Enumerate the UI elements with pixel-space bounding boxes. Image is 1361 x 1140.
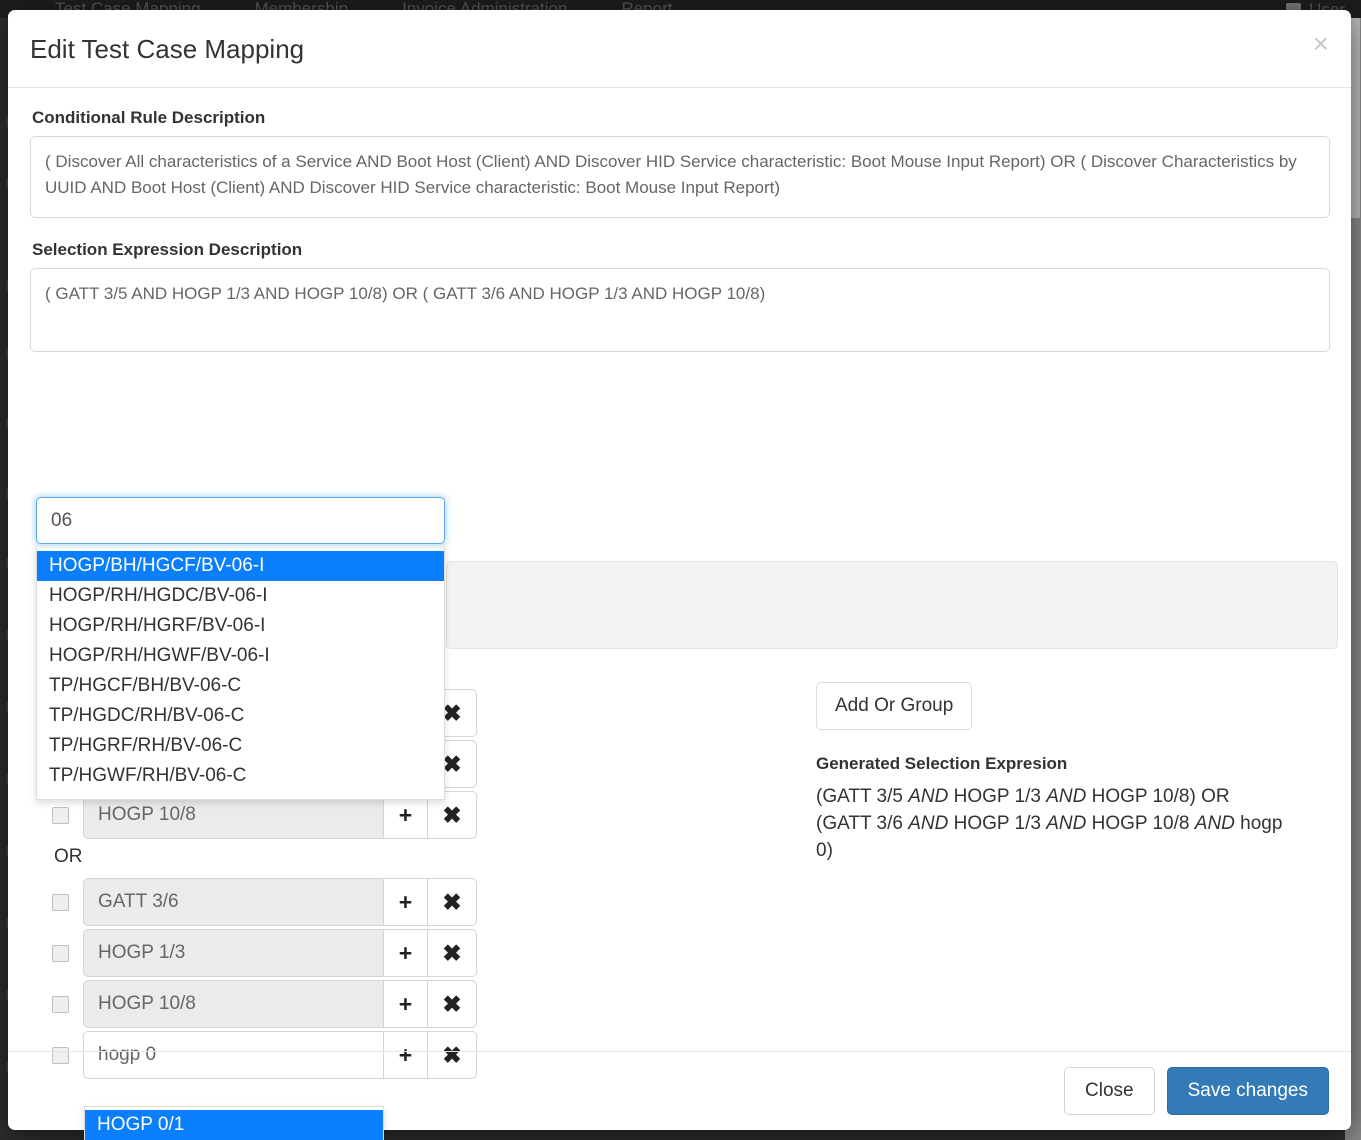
selection-expression-description-label: Selection Expression Description [32,240,303,259]
save-changes-button[interactable]: Save changes [1166,1066,1329,1116]
expression-token: HOGP 10/8 [1086,812,1195,834]
row-checkbox[interactable] [52,893,69,911]
suggestion-item[interactable]: TP/HGDC/RH/BV-06-C [37,701,444,731]
row-checkbox[interactable] [52,806,69,824]
condition-suggestions-list: HOGP 0/1 [84,1106,384,1140]
operator-token: AND [1046,812,1087,834]
dialog-body: Conditional Rule Description Selection E… [8,88,1351,1140]
conditional-rule-description-input[interactable] [30,136,1330,218]
operator-token: AND [908,812,949,834]
operator-token: AND [1046,786,1087,807]
generated-selection-expression-label: Generated Selection Expresion [816,754,1068,773]
close-icon[interactable]: × [1313,30,1329,58]
expression-token: (GATT 3/5 [816,786,909,807]
condition-value[interactable]: HOGP 1/3 [83,929,383,977]
testcase-search-typeahead: HOGP/BH/HGCF/BV-06-I HOGP/RH/HGDC/BV-06-… [36,497,445,800]
add-condition-button[interactable]: + [383,980,427,1028]
suggestion-item[interactable]: HOGP/RH/HGRF/BV-06-I [37,611,444,641]
add-or-group-button[interactable]: Add Or Group [816,682,973,730]
suggestion-item[interactable]: TP/HGRF/RH/BV-06-C [37,731,444,761]
condition-row: HOGP 10/8 + ✖ [52,979,522,1029]
selection-expression-description-input[interactable] [30,268,1330,352]
expression-token: HOGP 1/3 [948,786,1047,807]
row-checkbox[interactable] [52,944,69,962]
operator-token: AND [1194,812,1235,834]
add-condition-button[interactable]: + [383,929,427,977]
edit-test-case-mapping-dialog: Edit Test Case Mapping × Conditional Rul… [8,10,1351,1140]
add-condition-button[interactable]: + [383,878,427,926]
remove-condition-button[interactable]: ✖ [427,980,477,1028]
condition-value[interactable]: GATT 3/6 [83,878,383,926]
remove-condition-button[interactable]: ✖ [427,929,477,977]
condition-row: GATT 3/6 + ✖ [52,877,522,927]
row-checkbox[interactable] [52,995,69,1013]
suggestion-item[interactable]: TP/HGCF/BH/BV-06-C [37,671,444,701]
search-input[interactable] [36,497,445,544]
close-button[interactable]: Close [1064,1066,1155,1116]
operator-token: AND [908,786,949,807]
suggestion-item[interactable]: HOGP/RH/HGDC/BV-06-I [37,581,444,611]
dialog-header: Edit Test Case Mapping × [8,10,1351,88]
search-suggestions-list: HOGP/BH/HGCF/BV-06-I HOGP/RH/HGDC/BV-06-… [36,546,445,800]
condition-value[interactable]: HOGP 10/8 [83,980,383,1028]
condition-row: HOGP 1/3 + ✖ [52,928,522,978]
suggestion-item[interactable]: HOGP 0/1 [85,1110,383,1140]
expression-token: HOGP 1/3 [948,812,1047,834]
suggestion-item[interactable]: HOGP/BH/HGCF/BV-06-I [37,551,444,581]
group-separator: OR [54,846,83,867]
suggestion-item[interactable]: TP/HGWF/RH/BV-06-C [37,761,444,791]
readonly-panel [446,561,1338,649]
conditional-rule-description-label: Conditional Rule Description [32,108,266,127]
right-column: Add Or Group Generated Selection Expresi… [816,682,1316,865]
remove-condition-button[interactable]: ✖ [427,878,477,926]
page-title: Edit Test Case Mapping [30,33,305,64]
suggestion-item[interactable]: HOGP/RH/HGWF/BV-06-I [37,641,444,671]
generated-selection-expression-value: (GATT 3/5 AND HOGP 1/3 AND HOGP 10/8) OR… [816,784,1286,865]
